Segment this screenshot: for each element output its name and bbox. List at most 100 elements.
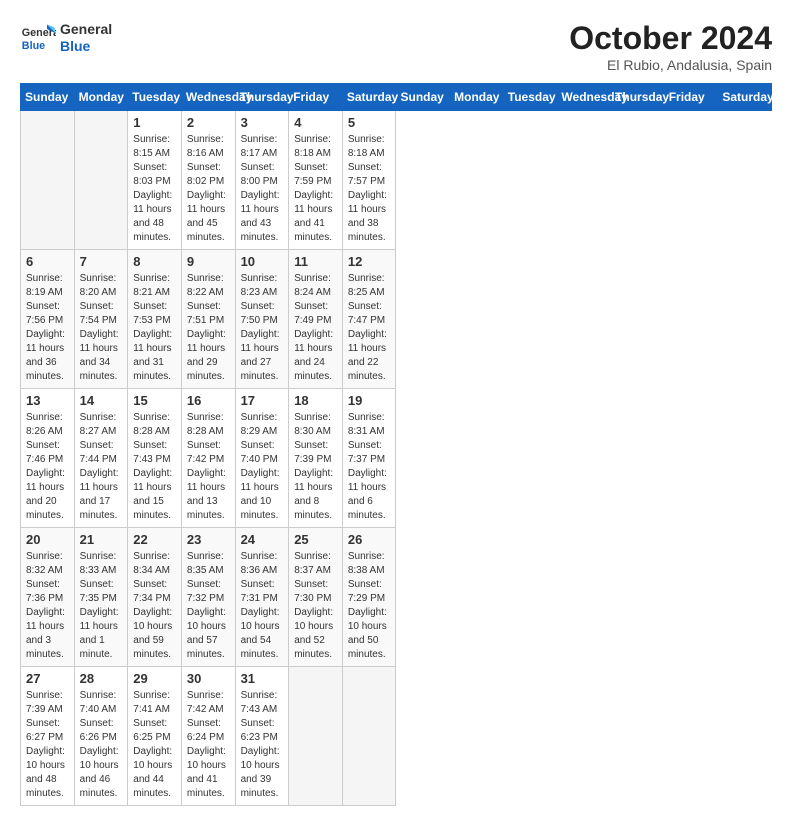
cell-info: Sunrise: 8:37 AMSunset: 7:30 PMDaylight:… xyxy=(294,550,337,662)
day-number: 29 xyxy=(133,671,176,686)
calendar-cell: 23 Sunrise: 8:35 AMSunset: 7:32 PMDayligh… xyxy=(181,528,235,667)
col-header-friday: Friday xyxy=(664,84,718,111)
day-number: 20 xyxy=(26,532,69,547)
calendar-cell: 25Sunrise: 8:37 AMSunset: 7:30 PMDayligh… xyxy=(289,528,343,667)
cell-info: Sunrise: 8:36 AMSunset: 7:31 PMDaylight:… xyxy=(241,550,284,662)
calendar-cell: 24 Sunrise: 8:36 AMSunset: 7:31 PMDayligh… xyxy=(235,528,289,667)
day-number: 28 xyxy=(80,671,123,686)
day-number: 23 xyxy=(187,532,230,547)
calendar-cell: 8 Sunrise: 8:21 AMSunset: 7:53 PMDaylight… xyxy=(128,250,182,389)
cell-info: Sunrise: 7:41 AMSunset: 6:25 PMDaylight:… xyxy=(133,689,176,801)
day-number: 14 xyxy=(80,393,123,408)
calendar-cell xyxy=(74,111,128,250)
day-number: 6 xyxy=(26,254,69,269)
col-header-monday: Monday xyxy=(74,84,128,111)
cell-info: Sunrise: 8:15 AMSunset: 8:03 PMDaylight:… xyxy=(133,133,176,245)
cell-info: Sunrise: 8:31 AMSunset: 7:37 PMDaylight:… xyxy=(348,411,391,523)
calendar-cell: 27Sunrise: 7:39 AMSunset: 6:27 PMDayligh… xyxy=(21,667,75,806)
day-number: 2 xyxy=(187,115,230,130)
cell-info: Sunrise: 8:32 AMSunset: 7:36 PMDaylight:… xyxy=(26,550,69,662)
cell-info: Sunrise: 7:39 AMSunset: 6:27 PMDaylight:… xyxy=(26,689,69,801)
day-number: 30 xyxy=(187,671,230,686)
cell-info: Sunrise: 8:35 AMSunset: 7:32 PMDaylight:… xyxy=(187,550,230,662)
logo-text: General Blue xyxy=(60,21,112,55)
cell-info: Sunrise: 7:43 AMSunset: 6:23 PMDaylight:… xyxy=(241,689,284,801)
week-row-3: 13 Sunrise: 8:26 AMSunset: 7:46 PMDayligh… xyxy=(21,389,772,528)
cell-info: Sunrise: 8:29 AMSunset: 7:40 PMDaylight:… xyxy=(241,411,284,523)
calendar-cell: 11 Sunrise: 8:24 AMSunset: 7:49 PMDayligh… xyxy=(289,250,343,389)
day-number: 12 xyxy=(348,254,391,269)
week-row-5: 27Sunrise: 7:39 AMSunset: 6:27 PMDayligh… xyxy=(21,667,772,806)
calendar-cell: 18Sunrise: 8:30 AMSunset: 7:39 PMDayligh… xyxy=(289,389,343,528)
col-header-wednesday: Wednesday xyxy=(557,84,611,111)
col-header-saturday: Saturday xyxy=(718,84,772,111)
col-header-wednesday: Wednesday xyxy=(181,84,235,111)
cell-info: Sunrise: 8:17 AMSunset: 8:00 PMDaylight:… xyxy=(241,133,284,245)
day-number: 24 xyxy=(241,532,284,547)
cell-info: Sunrise: 8:22 AMSunset: 7:51 PMDaylight:… xyxy=(187,272,230,384)
day-number: 1 xyxy=(133,115,176,130)
title-block: October 2024 El Rubio, Andalusia, Spain xyxy=(569,20,772,73)
calendar-table: SundayMondayTuesdayWednesdayThursdayFrid… xyxy=(20,83,772,806)
calendar-cell: 19 Sunrise: 8:31 AMSunset: 7:37 PMDayligh… xyxy=(342,389,396,528)
col-header-sunday: Sunday xyxy=(396,84,450,111)
cell-info: Sunrise: 7:42 AMSunset: 6:24 PMDaylight:… xyxy=(187,689,230,801)
calendar-cell: 2Sunrise: 8:16 AMSunset: 8:02 PMDaylight… xyxy=(181,111,235,250)
calendar-cell: 14 Sunrise: 8:27 AMSunset: 7:44 PMDayligh… xyxy=(74,389,128,528)
calendar-cell: 20 Sunrise: 8:32 AMSunset: 7:36 PMDayligh… xyxy=(21,528,75,667)
cell-info: Sunrise: 8:21 AMSunset: 7:53 PMDaylight:… xyxy=(133,272,176,384)
day-number: 22 xyxy=(133,532,176,547)
day-number: 13 xyxy=(26,393,69,408)
calendar-cell: 10 Sunrise: 8:23 AMSunset: 7:50 PMDayligh… xyxy=(235,250,289,389)
day-number: 16 xyxy=(187,393,230,408)
col-header-friday: Friday xyxy=(289,84,343,111)
day-number: 21 xyxy=(80,532,123,547)
col-header-saturday: Saturday xyxy=(342,84,396,111)
col-header-sunday: Sunday xyxy=(21,84,75,111)
col-header-monday: Monday xyxy=(450,84,504,111)
calendar-cell xyxy=(21,111,75,250)
cell-info: Sunrise: 8:27 AMSunset: 7:44 PMDaylight:… xyxy=(80,411,123,523)
week-row-2: 6 Sunrise: 8:19 AMSunset: 7:56 PMDaylight… xyxy=(21,250,772,389)
day-number: 31 xyxy=(241,671,284,686)
week-row-1: 1 Sunrise: 8:15 AMSunset: 8:03 PMDaylight… xyxy=(21,111,772,250)
day-number: 18 xyxy=(294,393,337,408)
page-header: General Blue General Blue October 2024 E… xyxy=(20,20,772,73)
calendar-cell: 26Sunrise: 8:38 AMSunset: 7:29 PMDayligh… xyxy=(342,528,396,667)
calendar-cell: 29 Sunrise: 7:41 AMSunset: 6:25 PMDayligh… xyxy=(128,667,182,806)
cell-info: Sunrise: 8:28 AMSunset: 7:43 PMDaylight:… xyxy=(133,411,176,523)
cell-info: Sunrise: 8:26 AMSunset: 7:46 PMDaylight:… xyxy=(26,411,69,523)
day-number: 3 xyxy=(241,115,284,130)
cell-info: Sunrise: 8:23 AMSunset: 7:50 PMDaylight:… xyxy=(241,272,284,384)
calendar-cell: 31 Sunrise: 7:43 AMSunset: 6:23 PMDayligh… xyxy=(235,667,289,806)
svg-text:Blue: Blue xyxy=(22,40,45,52)
day-number: 19 xyxy=(348,393,391,408)
calendar-cell: 7Sunrise: 8:20 AMSunset: 7:54 PMDaylight… xyxy=(74,250,128,389)
week-row-4: 20 Sunrise: 8:32 AMSunset: 7:36 PMDayligh… xyxy=(21,528,772,667)
day-number: 8 xyxy=(133,254,176,269)
cell-info: Sunrise: 8:25 AMSunset: 7:47 PMDaylight:… xyxy=(348,272,391,384)
day-number: 10 xyxy=(241,254,284,269)
calendar-cell: 21Sunrise: 8:33 AMSunset: 7:35 PMDayligh… xyxy=(74,528,128,667)
logo: General Blue General Blue xyxy=(20,20,112,56)
cell-info: Sunrise: 8:24 AMSunset: 7:49 PMDaylight:… xyxy=(294,272,337,384)
cell-info: Sunrise: 8:19 AMSunset: 7:56 PMDaylight:… xyxy=(26,272,69,384)
calendar-cell: 22 Sunrise: 8:34 AMSunset: 7:34 PMDayligh… xyxy=(128,528,182,667)
cell-info: Sunrise: 8:28 AMSunset: 7:42 PMDaylight:… xyxy=(187,411,230,523)
calendar-cell: 17 Sunrise: 8:29 AMSunset: 7:40 PMDayligh… xyxy=(235,389,289,528)
location: El Rubio, Andalusia, Spain xyxy=(569,57,772,73)
day-number: 9 xyxy=(187,254,230,269)
cell-info: Sunrise: 7:40 AMSunset: 6:26 PMDaylight:… xyxy=(80,689,123,801)
day-number: 5 xyxy=(348,115,391,130)
calendar-cell: 5Sunrise: 8:18 AMSunset: 7:57 PMDaylight… xyxy=(342,111,396,250)
calendar-cell xyxy=(289,667,343,806)
calendar-cell xyxy=(342,667,396,806)
day-number: 17 xyxy=(241,393,284,408)
day-number: 7 xyxy=(80,254,123,269)
day-number: 11 xyxy=(294,254,337,269)
calendar-cell: 1 Sunrise: 8:15 AMSunset: 8:03 PMDaylight… xyxy=(128,111,182,250)
calendar-cell: 30 Sunrise: 7:42 AMSunset: 6:24 PMDayligh… xyxy=(181,667,235,806)
day-number: 15 xyxy=(133,393,176,408)
calendar-cell: 12 Sunrise: 8:25 AMSunset: 7:47 PMDayligh… xyxy=(342,250,396,389)
cell-info: Sunrise: 8:34 AMSunset: 7:34 PMDaylight:… xyxy=(133,550,176,662)
